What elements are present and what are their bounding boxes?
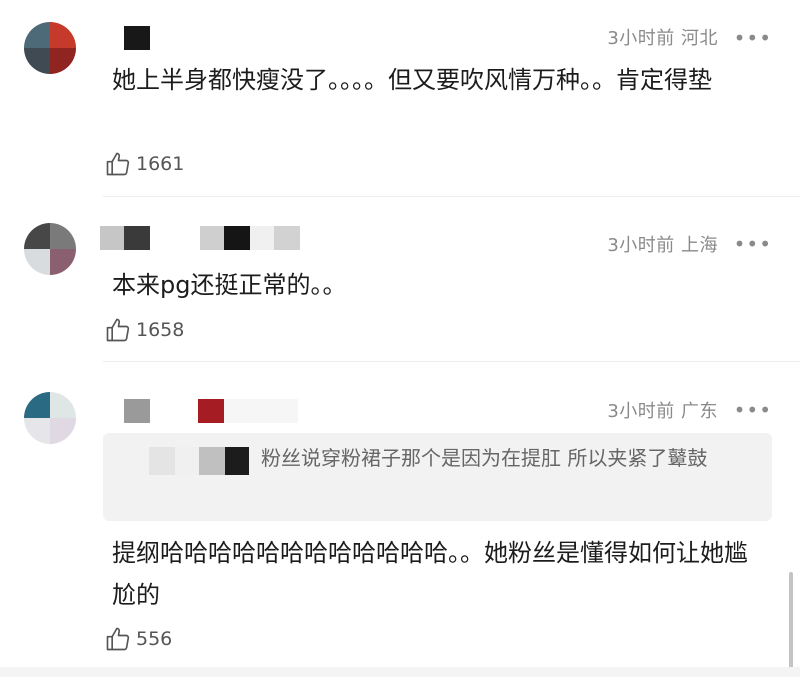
- username-redacted[interactable]: [100, 225, 300, 251]
- avatar[interactable]: [24, 22, 76, 74]
- avatar[interactable]: [24, 223, 76, 275]
- username-redacted[interactable]: [100, 398, 298, 424]
- divider: [103, 361, 800, 362]
- quoted-reply[interactable]: 粉丝说穿粉裙子那个是因为在提肛 所以夹紧了鼙鼓: [103, 433, 772, 521]
- like-count: 1658: [136, 319, 185, 341]
- like-button[interactable]: 1658: [104, 316, 184, 344]
- comment-meta: 3小时前 上海: [607, 235, 718, 256]
- comment-text: 提纲哈哈哈哈哈哈哈哈哈哈哈哈。。她粉丝是懂得如何让她尴尬的: [112, 539, 748, 609]
- more-options-icon[interactable]: •••: [734, 234, 772, 254]
- like-button[interactable]: 1661: [104, 150, 184, 178]
- like-count: 1661: [136, 153, 185, 175]
- avatar[interactable]: [24, 392, 76, 444]
- divider: [103, 196, 800, 197]
- more-options-icon[interactable]: •••: [734, 400, 772, 420]
- comment-meta: 3小时前 广东: [607, 401, 718, 422]
- username-redacted[interactable]: [124, 25, 150, 51]
- thumbs-up-icon: [106, 627, 130, 651]
- comment-text: 本来pg还挺正常的。。: [112, 271, 347, 299]
- like-count: 556: [136, 628, 173, 650]
- more-options-icon[interactable]: •••: [734, 28, 772, 48]
- like-button[interactable]: 556: [104, 625, 172, 653]
- comment-text: 她上半身都快瘦没了。。。。但又要吹风情万种。。肯定得垫: [112, 66, 712, 94]
- bottom-separator: [0, 667, 800, 677]
- thumbs-up-icon: [106, 152, 130, 176]
- scrollbar[interactable]: [789, 572, 793, 677]
- thumbs-up-icon: [106, 318, 130, 342]
- quoted-text: 粉丝说穿粉裙子那个是因为在提肛 所以夹紧了鼙鼓: [261, 446, 708, 470]
- comment-meta: 3小时前 河北: [607, 28, 718, 49]
